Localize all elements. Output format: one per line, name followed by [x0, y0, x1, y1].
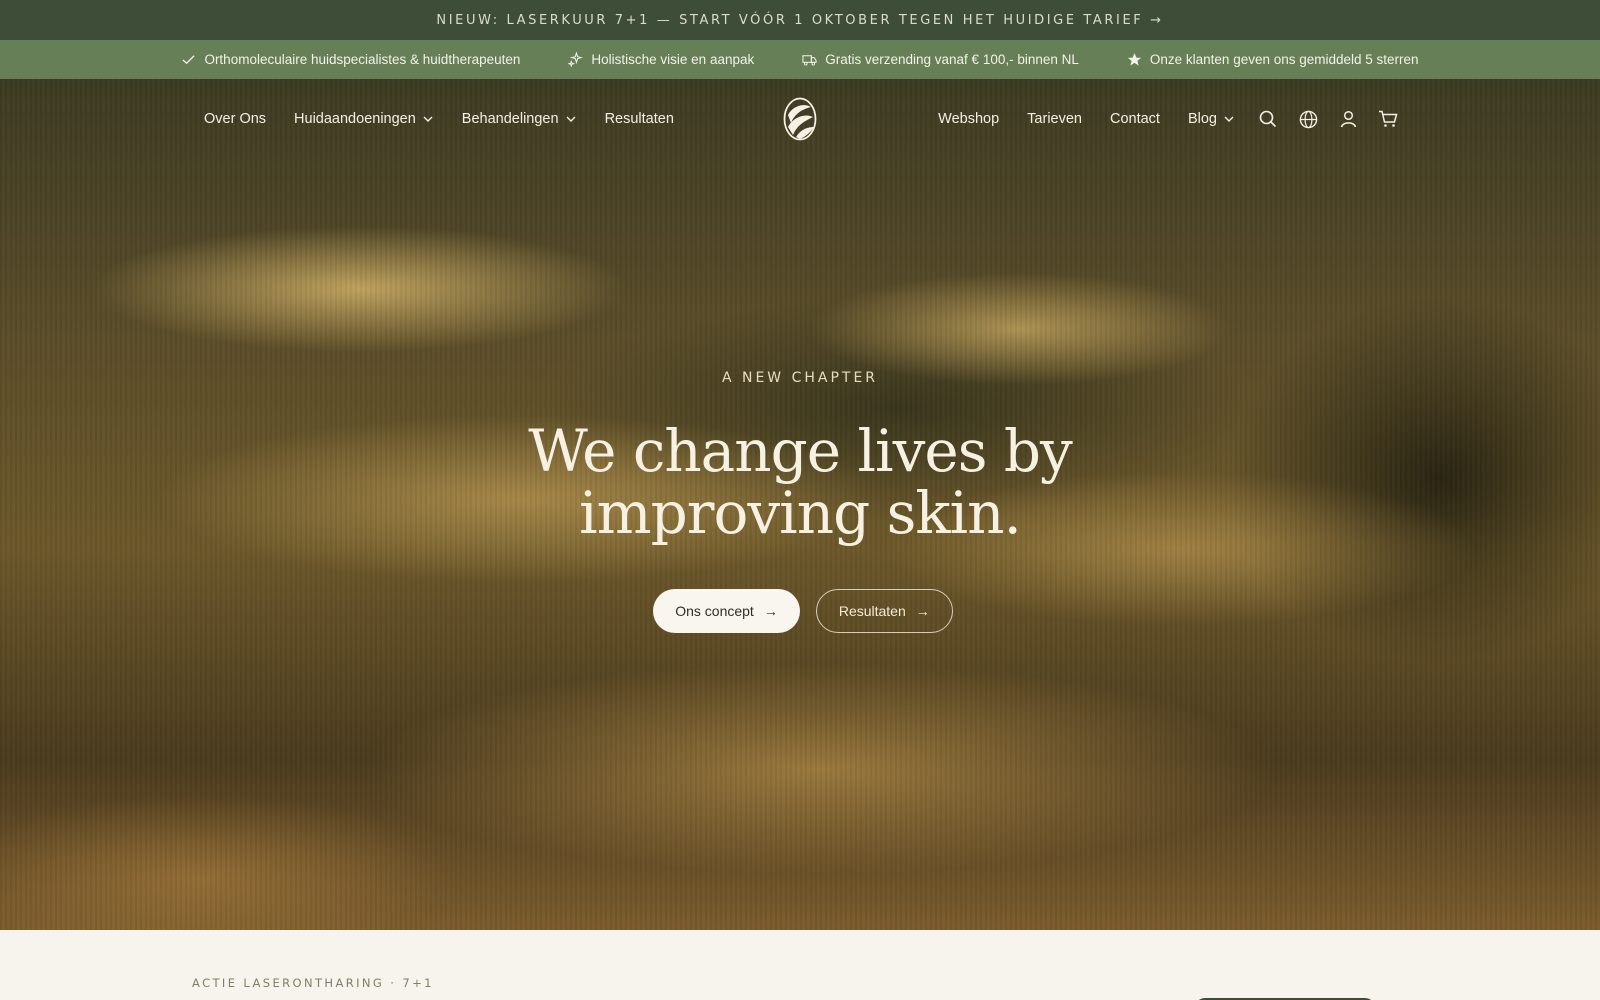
- usp-label: Holistische visie en aanpak: [591, 52, 755, 67]
- brand-logo[interactable]: [783, 97, 817, 141]
- announcement-link[interactable]: NIEUW: LASERKUUR 7+1 — START VÓÓR 1 OKTO…: [436, 13, 1163, 28]
- nav-item-behandelingen[interactable]: Behandelingen: [462, 111, 577, 127]
- ons-concept-button[interactable]: Ons concept →: [653, 589, 800, 633]
- usp-label: Orthomoleculaire huidspecialistes & huid…: [204, 52, 521, 67]
- nav-item-huidaandoeningen[interactable]: Huidaandoeningen: [294, 111, 434, 127]
- arrow-right-icon: →: [763, 603, 778, 619]
- button-label: Ons concept: [675, 603, 754, 619]
- promo-eyebrow: ACTIE LASERONTHARING · 7+1: [192, 976, 434, 990]
- nav-item-over-ons[interactable]: Over Ons: [204, 111, 266, 127]
- usp-item: Gratis verzending vanaf € 100,- binnen N…: [802, 52, 1079, 67]
- account-icon[interactable]: [1338, 109, 1358, 129]
- sparkle-icon: [568, 52, 584, 67]
- usp-bar: Orthomoleculaire huidspecialistes & huid…: [0, 40, 1600, 79]
- nav-item-tarieven[interactable]: Tarieven: [1027, 111, 1082, 127]
- nav-item-label: Webshop: [938, 111, 1000, 127]
- usp-item: Orthomoleculaire huidspecialistes & huid…: [181, 52, 520, 67]
- nav-item-label: Behandelingen: [461, 111, 559, 127]
- nav-item-webshop[interactable]: Webshop: [938, 111, 999, 127]
- chevron-down-icon: [566, 116, 576, 122]
- usp-item: Onze klanten geven ons gemiddeld 5 sterr…: [1127, 52, 1419, 67]
- usp-label: Gratis verzending vanaf € 100,- binnen N…: [825, 52, 1079, 67]
- resultaten-button[interactable]: Resultaten →: [815, 589, 953, 633]
- chevron-down-icon: [1224, 116, 1234, 122]
- nav-item-label: Resultaten: [604, 111, 674, 127]
- nav-item-blog[interactable]: Blog: [1188, 111, 1235, 127]
- promo-section: ACTIE LASERONTHARING · 7+1: [0, 930, 1600, 1000]
- announcement-bar: NIEUW: LASERKUUR 7+1 — START VÓÓR 1 OKTO…: [0, 0, 1600, 40]
- usp-item: Holistische visie en aanpak: [568, 52, 754, 67]
- globe-icon[interactable]: [1298, 109, 1318, 129]
- hero-headline: We change lives by improving skin.: [528, 417, 1073, 547]
- truck-icon: [802, 55, 817, 66]
- check-icon: [182, 55, 196, 65]
- nav-item-label: Huidaandoeningen: [294, 111, 416, 127]
- nav-item-contact[interactable]: Contact: [1110, 111, 1160, 127]
- header-icons: [1258, 79, 1398, 159]
- nav-left: Over Ons Huidaandoeningen Behandelingen …: [204, 79, 674, 159]
- main-nav: Over Ons Huidaandoeningen Behandelingen …: [0, 79, 1600, 159]
- arrow-right-icon: →: [915, 603, 930, 619]
- button-label: Resultaten: [838, 603, 906, 619]
- star-icon: [1127, 53, 1141, 66]
- hero-buttons: Ons concept → Resultaten →: [0, 589, 1600, 633]
- nav-item-label: Tarieven: [1027, 111, 1082, 127]
- chevron-down-icon: [423, 116, 433, 122]
- cart-icon[interactable]: [1378, 109, 1398, 129]
- nav-item-label: Over Ons: [204, 111, 267, 127]
- hero-eyebrow: A NEW CHAPTER: [721, 370, 879, 386]
- nav-item-label: Contact: [1109, 111, 1160, 127]
- nav-item-resultaten[interactable]: Resultaten: [605, 111, 674, 127]
- usp-label: Onze klanten geven ons gemiddeld 5 sterr…: [1149, 52, 1419, 67]
- nav-right: Webshop Tarieven Contact Blog: [938, 79, 1235, 159]
- nav-item-label: Blog: [1187, 111, 1217, 127]
- search-icon[interactable]: [1258, 109, 1278, 129]
